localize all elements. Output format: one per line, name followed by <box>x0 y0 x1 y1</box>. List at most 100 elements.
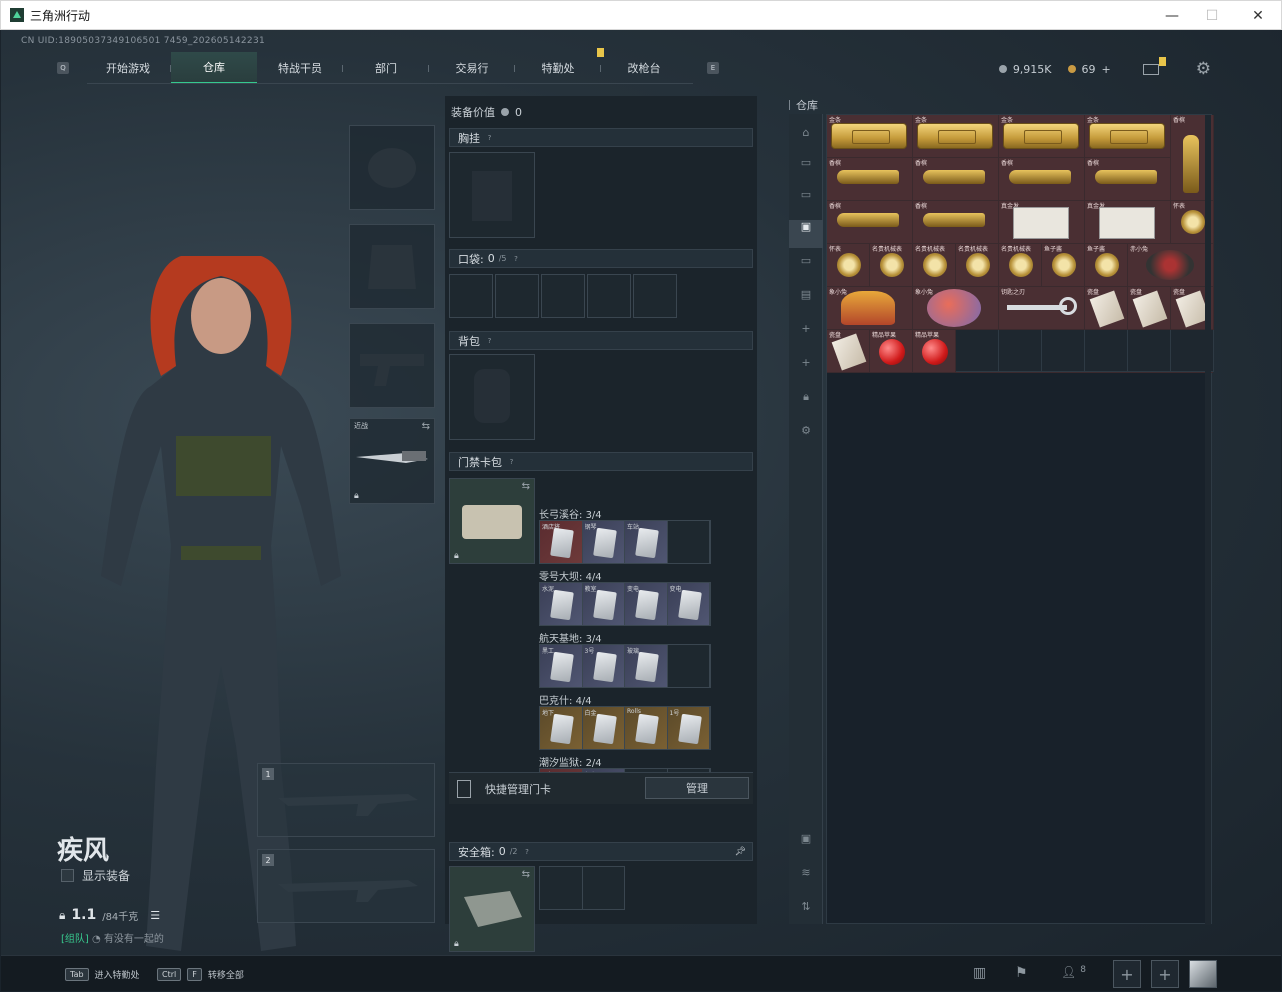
pocket-slot[interactable] <box>587 274 631 318</box>
stash-empty-cell[interactable] <box>956 330 999 372</box>
primary-weapon-slot[interactable]: 1 <box>257 763 435 837</box>
stash-item-tile[interactable]: 瓷盘 <box>827 330 870 373</box>
misc-tab-icon[interactable]: ▤ <box>798 288 814 302</box>
mail-icon[interactable] <box>1142 63 1159 75</box>
show-equipment-toggle[interactable]: 显示装备 <box>61 867 130 884</box>
tab-operators[interactable]: 特战干员 <box>257 52 343 84</box>
keycard-empty-slot[interactable] <box>668 645 710 687</box>
keycard-item[interactable]: 3号 <box>582 645 625 687</box>
keycard-bag-slot[interactable]: ⇆ 🔒︎ <box>449 478 535 564</box>
safebox-grid[interactable] <box>539 866 625 910</box>
keycard-empty-slot[interactable] <box>668 521 710 563</box>
pocket-slot[interactable] <box>449 274 493 318</box>
keycard-item[interactable]: 变电 <box>667 583 710 625</box>
keycard-item[interactable]: 教室 <box>582 583 625 625</box>
swap-icon[interactable]: ⇆ <box>522 481 530 492</box>
equipment-tab-icon[interactable]: ▭ <box>798 188 814 202</box>
stash-item-ring[interactable]: 名贵机械表 <box>913 244 956 287</box>
stash-item-caviar[interactable]: 鱼子酱 <box>1085 244 1128 287</box>
stash-empty-cell[interactable] <box>1128 330 1171 372</box>
swap-icon[interactable]: ⇆ <box>422 421 430 432</box>
stash-item-ring[interactable]: 名贵机械表 <box>956 244 999 287</box>
maximize-button[interactable]: ☐ <box>1189 1 1235 30</box>
collectibles-tab-icon[interactable]: ▣ <box>789 220 823 248</box>
stash-item-gold[interactable]: 金条 <box>913 115 999 158</box>
stash-empty-cell[interactable] <box>1085 330 1128 372</box>
stash-item-tile[interactable]: 瓷盘 <box>1085 287 1128 330</box>
add-currency-button[interactable]: + <box>1102 63 1111 76</box>
keycard-item[interactable]: 车站 <box>625 521 668 563</box>
stash-item-caviar[interactable]: 鱼子酱 <box>1042 244 1085 287</box>
backpack-slot[interactable] <box>449 354 535 440</box>
safebox-slot[interactable]: ⇆ 🔒︎ <box>449 866 535 952</box>
tab-start-game[interactable]: 开始游戏 <box>85 52 171 84</box>
weapons-tab-icon[interactable]: ▭ <box>798 156 814 170</box>
stash-item-champagne[interactable]: 香槟 <box>1085 158 1171 201</box>
pin-icon[interactable]: 📌︎ <box>735 847 746 857</box>
list-icon[interactable]: ☰ <box>150 909 160 922</box>
player-avatar[interactable] <box>1189 960 1217 988</box>
stash-item-tile[interactable]: 瓷盘 <box>1128 287 1171 330</box>
stash-item-champagne[interactable]: 香槟 <box>827 158 913 201</box>
keycard-item[interactable]: 玻璃 <box>625 645 668 687</box>
all-items-icon[interactable]: ⌂ <box>798 126 814 140</box>
team-chat[interactable]: [组队] ◔ 有没有一起的 <box>61 930 164 945</box>
manage-keycards-button[interactable]: 管理 <box>645 777 749 799</box>
stash-item-ring[interactable]: 名贵机械表 <box>999 244 1042 287</box>
stash-item-ring[interactable]: 名贵机械表 <box>870 244 913 287</box>
help-icon[interactable]: ? <box>522 846 533 857</box>
keycard-item[interactable]: 白金 <box>582 707 625 749</box>
show-equipment-checkbox[interactable] <box>61 869 74 882</box>
help-icon[interactable]: ? <box>484 132 495 143</box>
armor-slot[interactable] <box>349 224 435 309</box>
tab-department[interactable]: 部门 <box>343 52 429 84</box>
close-button[interactable]: ✕ <box>1235 1 1281 30</box>
friends-button[interactable]: 👤︎ 8 <box>1061 965 1086 979</box>
swap-icon[interactable]: ⇆ <box>522 869 530 880</box>
stash-item-gold[interactable]: 金条 <box>827 115 913 158</box>
melee-slot[interactable]: 近战 ⇆ 🔒︎ <box>349 418 435 504</box>
stash-item-champagne[interactable]: 香槟 <box>913 158 999 201</box>
sort-icon[interactable]: ▣ <box>798 832 814 846</box>
stash-item-cash[interactable]: 真金发 <box>999 201 1085 244</box>
stash-item-egg[interactable]: 象小兔 <box>913 287 999 330</box>
help-icon[interactable]: ? <box>484 335 495 346</box>
keycard-item[interactable]: 变电 <box>625 583 668 625</box>
ammo-tab-icon[interactable]: ▭ <box>798 254 814 268</box>
transfer-icon[interactable]: ⇅ <box>798 900 814 914</box>
add-teammate-button[interactable]: + <box>1113 960 1141 988</box>
keycard-item[interactable]: 酒店将 <box>540 521 583 563</box>
stash-item-champagne[interactable]: 香槟 <box>913 201 999 244</box>
stash-item-champagne[interactable]: 香槟 <box>999 158 1085 201</box>
tab-trade[interactable]: 交易行 <box>429 52 515 84</box>
gear-icon[interactable]: ⚙ <box>798 424 814 438</box>
settings-gear-icon[interactable]: ⚙ <box>1196 59 1211 79</box>
help-icon[interactable]: ? <box>506 456 517 467</box>
stash-item-gold[interactable]: 金条 <box>999 115 1085 158</box>
secondary-weapon-slot[interactable]: 2 <box>257 849 435 923</box>
stash-scrollbar[interactable] <box>1205 115 1211 925</box>
pistol-slot[interactable] <box>349 323 435 408</box>
pocket-slot[interactable] <box>541 274 585 318</box>
stash-item-apple[interactable]: 精品苹果 <box>870 330 913 373</box>
lock-icon[interactable]: 🔒︎ <box>798 390 814 404</box>
help-icon[interactable]: ? <box>511 253 522 264</box>
transfer-all-hint[interactable]: Ctrl F 转移全部 <box>157 961 244 987</box>
enter-special-ops-hint[interactable]: Tab 进入特勤处 <box>65 961 140 987</box>
tab-gunsmith[interactable]: 改枪台 <box>601 52 687 84</box>
keycard-item[interactable]: 1号 <box>667 707 710 749</box>
add-stash-icon[interactable]: + <box>798 322 814 336</box>
keycard-item[interactable]: 黑工 <box>540 645 583 687</box>
pocket-slot[interactable] <box>633 274 677 318</box>
stash-empty-cell[interactable] <box>999 330 1042 372</box>
stash-empty-cell[interactable] <box>1042 330 1085 372</box>
stats-chart-icon[interactable]: ▥ <box>973 965 986 981</box>
add-stash-icon[interactable]: + <box>798 356 814 370</box>
layers-icon[interactable]: ≋ <box>798 866 814 880</box>
keycard-item[interactable]: Rolls <box>625 707 668 749</box>
stash-item-ore[interactable]: 赤小兔 <box>1128 244 1214 287</box>
stash-item-watch[interactable]: 怀表 <box>827 244 870 287</box>
stash-item-gold[interactable]: 金条 <box>1085 115 1171 158</box>
keycard-item[interactable]: 水泥 <box>540 583 583 625</box>
stash-item-egg[interactable]: 象小兔 <box>827 287 913 330</box>
